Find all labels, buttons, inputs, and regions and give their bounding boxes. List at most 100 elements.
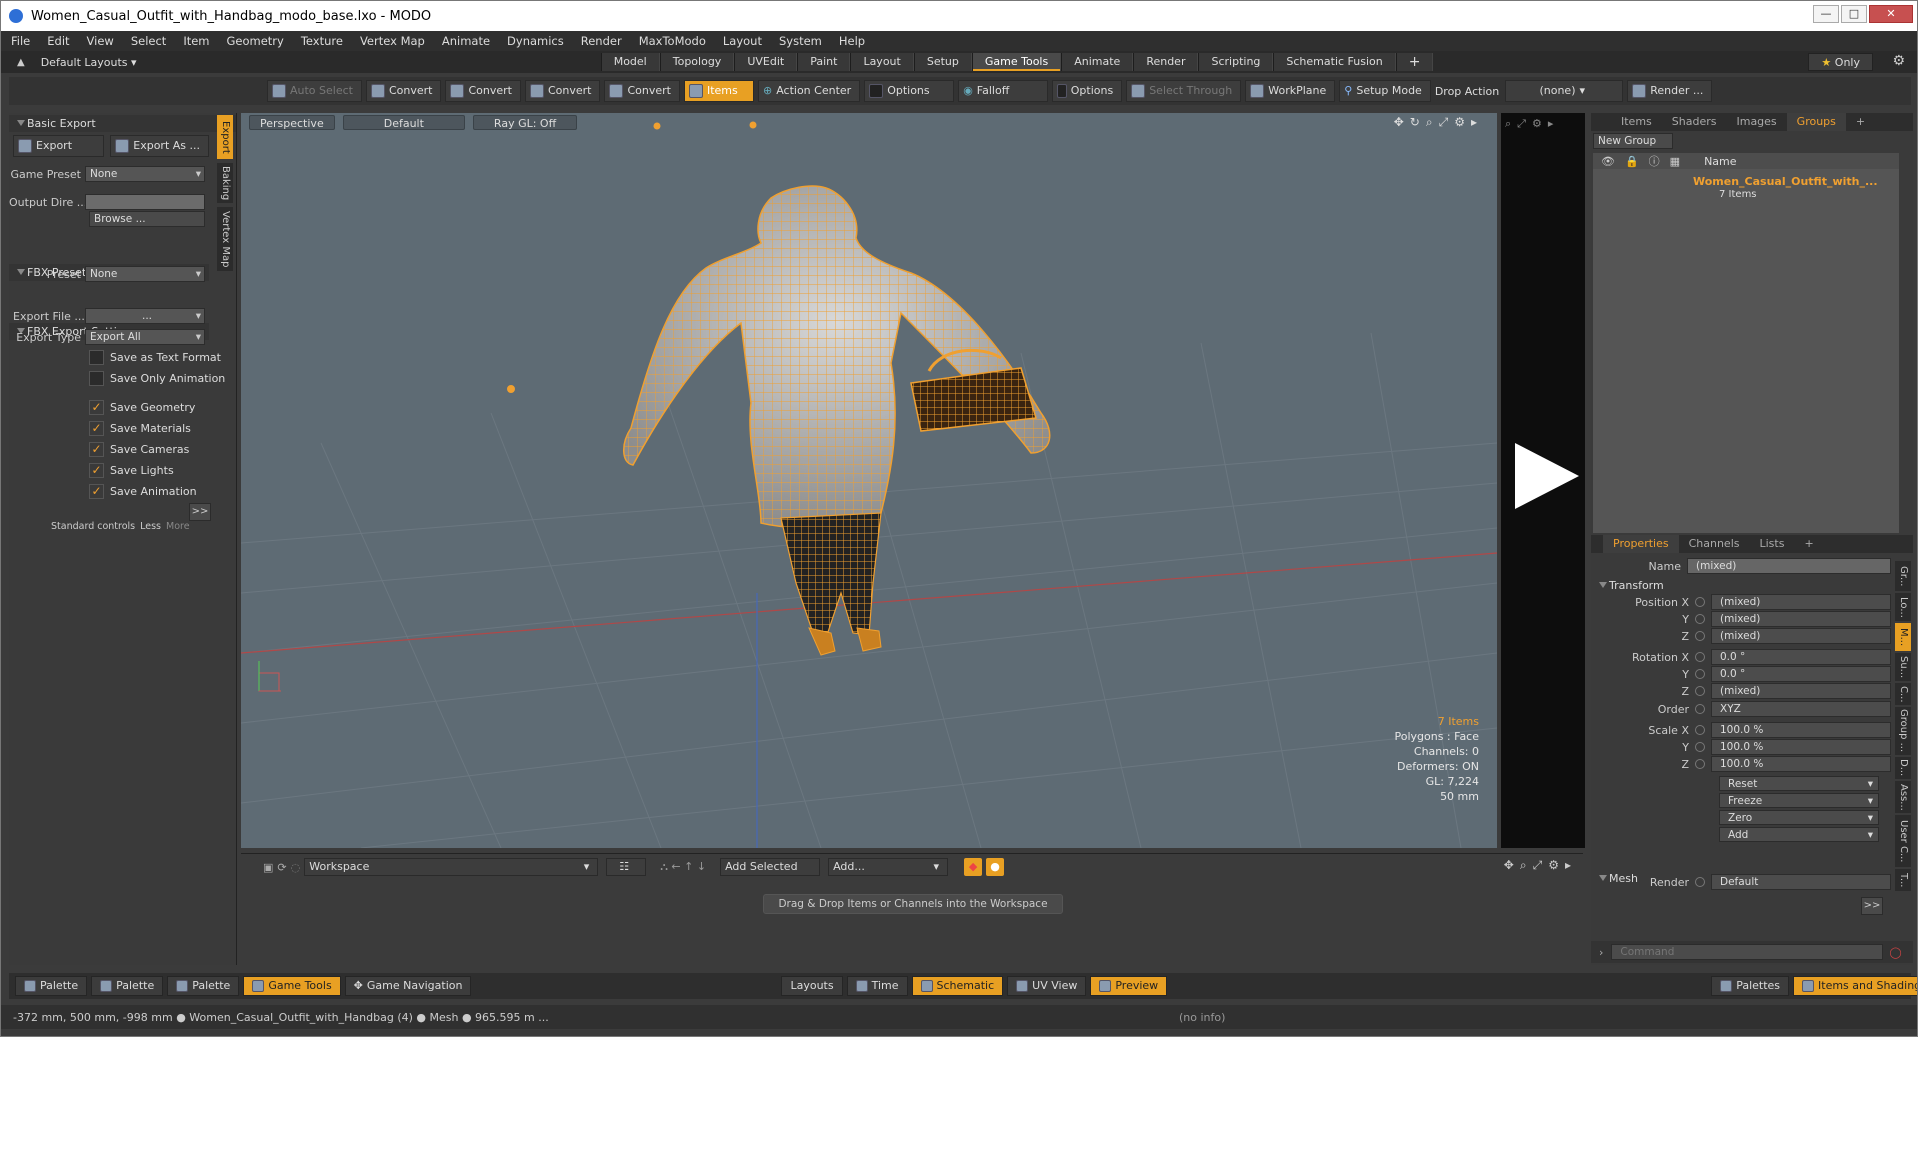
properties-more-button[interactable]: >> bbox=[1861, 897, 1883, 915]
tab-paint[interactable]: Paint bbox=[797, 53, 851, 71]
keyframe-dot-icon[interactable] bbox=[1695, 597, 1705, 607]
side-tab-ass[interactable]: Ass... bbox=[1895, 781, 1911, 813]
zero-button[interactable]: Zero bbox=[1719, 810, 1879, 826]
side-tab-lo[interactable]: Lo... bbox=[1895, 593, 1911, 621]
viewport-menu-icon[interactable]: ▸ bbox=[1471, 115, 1477, 130]
side-tab-user-c[interactable]: User C... bbox=[1895, 815, 1911, 867]
preview-button[interactable]: Preview bbox=[1090, 976, 1168, 996]
game-preset-dropdown[interactable]: None bbox=[85, 166, 205, 182]
action-center-button[interactable]: ⊕ Action Center bbox=[757, 80, 861, 102]
keyframe-dot-icon[interactable] bbox=[1695, 759, 1705, 769]
save-lights-row[interactable]: ✓ Save Lights bbox=[89, 462, 174, 479]
preview-panel[interactable]: ⌕ ⤢ ⚙ ▸ bbox=[1501, 113, 1585, 848]
workspace-menu-icon[interactable]: ▸ bbox=[1565, 858, 1571, 873]
save-only-animation-checkbox[interactable] bbox=[89, 371, 104, 386]
uv-view-button[interactable]: UV View bbox=[1007, 976, 1087, 996]
items-mode-button[interactable]: Items bbox=[683, 80, 754, 102]
tab-groups[interactable]: Groups bbox=[1786, 113, 1846, 131]
export-type-dropdown[interactable]: Export All bbox=[85, 329, 205, 345]
tab-uvedit[interactable]: UVEdit bbox=[734, 53, 798, 71]
less-link[interactable]: Less bbox=[140, 521, 161, 532]
save-text-format-checkbox[interactable] bbox=[89, 350, 104, 365]
preview-zoom-icon[interactable]: ⌕ bbox=[1505, 117, 1511, 131]
tab-schematic-fusion[interactable]: Schematic Fusion bbox=[1273, 53, 1396, 71]
position-x-field[interactable]: (mixed) bbox=[1711, 594, 1891, 610]
layouts-button[interactable]: Layouts bbox=[781, 976, 843, 996]
auto-select-button[interactable]: Auto Select bbox=[267, 80, 362, 102]
save-animation-row[interactable]: ✓ Save Animation bbox=[89, 483, 197, 500]
arrange-icons[interactable]: ⛬ ← ↑ ↓ bbox=[660, 860, 706, 874]
workplane-button[interactable]: WorkPlane bbox=[1245, 80, 1336, 102]
side-tab-group[interactable]: Group ... bbox=[1895, 707, 1911, 755]
keyframe-dot-icon[interactable] bbox=[1695, 686, 1705, 696]
zoom-view-icon[interactable]: ⌕ bbox=[1520, 858, 1527, 873]
save-lights-checkbox[interactable]: ✓ bbox=[89, 463, 104, 478]
add-layout-tab-button[interactable]: + bbox=[1395, 53, 1434, 71]
game-tools-button[interactable]: Game Tools bbox=[243, 976, 341, 996]
palette-button-2[interactable]: Palette bbox=[91, 976, 164, 996]
lock-icon[interactable]: 🔒 bbox=[1625, 155, 1639, 168]
menu-edit[interactable]: Edit bbox=[47, 34, 69, 48]
output-dir-field[interactable] bbox=[85, 194, 205, 210]
side-tab-export[interactable]: Export bbox=[217, 115, 233, 159]
move-view-icon[interactable]: ✥ bbox=[1504, 858, 1514, 873]
tab-scripting[interactable]: Scripting bbox=[1198, 53, 1274, 71]
minimize-icon[interactable]: — bbox=[1813, 5, 1839, 23]
gear-icon[interactable]: ⚙ bbox=[1892, 53, 1905, 69]
grid-icon[interactable]: ▦ bbox=[1670, 155, 1680, 168]
add-tab-icon[interactable]: + bbox=[1846, 113, 1875, 131]
layout-grid-button[interactable]: ☷ bbox=[606, 858, 647, 876]
scale-z-field[interactable]: 100.0 % bbox=[1711, 756, 1891, 772]
tab-lists[interactable]: Lists bbox=[1750, 535, 1795, 553]
menu-file[interactable]: File bbox=[11, 34, 30, 48]
save-cameras-checkbox[interactable]: ✓ bbox=[89, 442, 104, 457]
menu-item[interactable]: Item bbox=[183, 34, 209, 48]
command-record-icon[interactable]: ◯ bbox=[1889, 946, 1901, 959]
convert-button-2[interactable]: Convert bbox=[445, 80, 521, 102]
info-icon[interactable]: ⓘ bbox=[1649, 153, 1660, 169]
scale-x-field[interactable]: 100.0 % bbox=[1711, 722, 1891, 738]
group-name[interactable]: Women_Casual_Outfit_with_... bbox=[1693, 175, 1878, 188]
keyframe-dot-icon[interactable] bbox=[1695, 704, 1705, 714]
basic-export-header[interactable]: Basic Export bbox=[9, 115, 236, 132]
side-tab-vertex-map[interactable]: Vertex Map bbox=[217, 207, 233, 271]
tab-game-tools[interactable]: Game Tools bbox=[971, 53, 1062, 71]
keyframe-dot-icon[interactable] bbox=[1695, 631, 1705, 641]
keyframe-dot-icon[interactable] bbox=[1695, 669, 1705, 679]
close-icon[interactable]: ✕ bbox=[1869, 5, 1913, 23]
menu-maxtomodo[interactable]: MaxToModo bbox=[639, 34, 706, 48]
menu-select[interactable]: Select bbox=[131, 34, 166, 48]
position-z-field[interactable]: (mixed) bbox=[1711, 628, 1891, 644]
menu-system[interactable]: System bbox=[779, 34, 822, 48]
add-tab-icon[interactable]: + bbox=[1794, 535, 1823, 553]
play-icon[interactable] bbox=[1511, 441, 1581, 511]
tab-animate[interactable]: Animate bbox=[1061, 53, 1134, 71]
command-input[interactable] bbox=[1611, 944, 1884, 960]
save-cameras-row[interactable]: ✓ Save Cameras bbox=[89, 441, 189, 458]
side-tab-c[interactable]: C... bbox=[1895, 683, 1911, 705]
menu-animate[interactable]: Animate bbox=[442, 34, 490, 48]
options-button-1[interactable]: Options bbox=[864, 80, 955, 102]
maximize-view-icon[interactable]: ⤢ bbox=[1533, 858, 1543, 873]
visibility-eye-icon[interactable]: 👁 bbox=[1601, 155, 1615, 168]
keyframe-dot-icon[interactable] bbox=[1695, 725, 1705, 735]
convert-button-4[interactable]: Convert bbox=[604, 80, 680, 102]
node-color-icon[interactable]: ◆ bbox=[964, 858, 983, 876]
keyframe-dot-icon[interactable] bbox=[1695, 652, 1705, 662]
name-field[interactable]: (mixed) bbox=[1687, 558, 1891, 574]
zoom-view-icon[interactable]: ⌕ bbox=[1426, 115, 1433, 130]
node-white-icon[interactable]: ● bbox=[986, 858, 1005, 876]
workspace-tool-icon[interactable]: ⟳ bbox=[277, 861, 286, 874]
menu-geometry[interactable]: Geometry bbox=[227, 34, 284, 48]
tab-shaders[interactable]: Shaders bbox=[1662, 113, 1727, 131]
tab-topology[interactable]: Topology bbox=[659, 53, 735, 71]
convert-button-1[interactable]: Convert bbox=[365, 80, 442, 102]
side-tab-d[interactable]: D... bbox=[1895, 757, 1911, 779]
schematic-button[interactable]: Schematic bbox=[911, 976, 1004, 996]
rotation-z-field[interactable]: (mixed) bbox=[1711, 683, 1891, 699]
render-button[interactable]: Render ... bbox=[1627, 80, 1713, 102]
rotation-y-field[interactable]: 0.0 ° bbox=[1711, 666, 1891, 682]
tab-items[interactable]: Items bbox=[1611, 113, 1662, 131]
convert-button-3[interactable]: Convert bbox=[524, 80, 601, 102]
side-tab-baking[interactable]: Baking bbox=[217, 163, 233, 203]
